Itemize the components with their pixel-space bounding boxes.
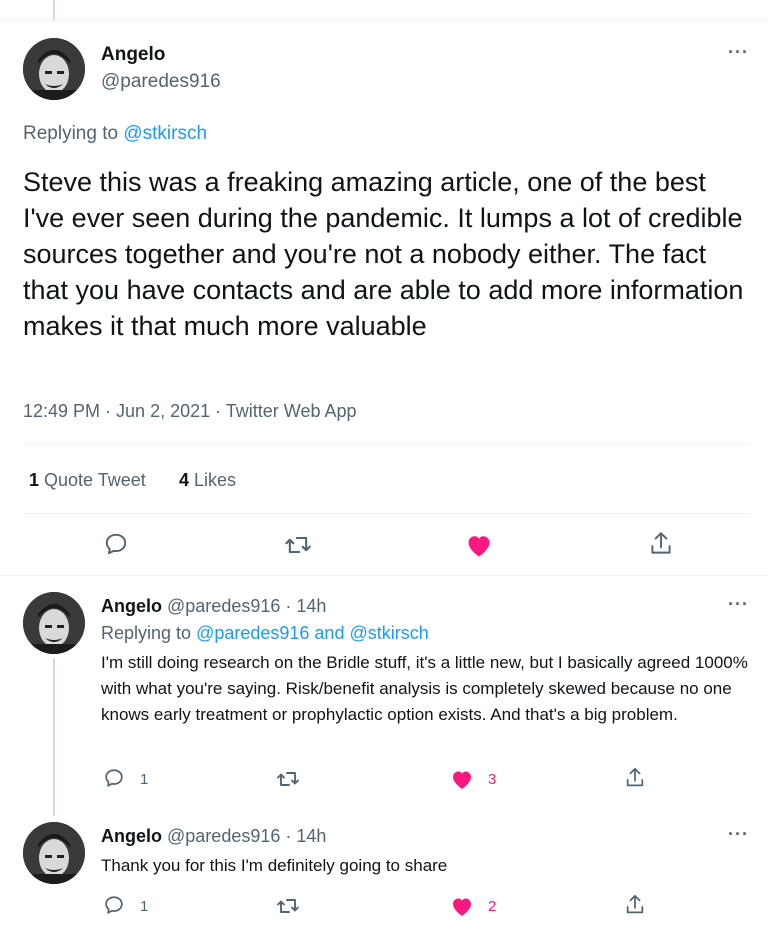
more-options-icon[interactable]: ··· bbox=[728, 42, 749, 63]
replying-to: Replying to @paredes916 and @stkirsch bbox=[101, 623, 429, 644]
reply-icon[interactable] bbox=[103, 894, 125, 916]
reply-text: Thank you for this I'm definitely going … bbox=[101, 856, 448, 875]
avatar[interactable] bbox=[23, 38, 85, 100]
reply-icon[interactable] bbox=[103, 767, 125, 789]
avatar-image bbox=[23, 822, 85, 884]
replying-to: Replying to @stkirsch bbox=[23, 123, 207, 145]
like-count: 3 bbox=[488, 771, 497, 788]
quote-count: 1 bbox=[29, 470, 40, 490]
replying-to-link[interactable]: @stkirsch bbox=[123, 123, 207, 144]
stats-divider-bottom bbox=[23, 513, 751, 514]
tweet-timestamp[interactable]: 12:49 PM · Jun 2, 2021 · Twitter Web App bbox=[23, 401, 357, 422]
reply-header: Angelo @paredes916 · 14h bbox=[101, 826, 326, 847]
author-name[interactable]: Angelo bbox=[101, 44, 165, 66]
top-divider bbox=[0, 20, 768, 21]
share-icon[interactable] bbox=[624, 893, 646, 917]
reply-handle-time[interactable]: @paredes916 · 14h bbox=[167, 826, 326, 846]
thread-connector-top bbox=[53, 0, 55, 20]
likes-stat[interactable]: 4 Likes bbox=[179, 470, 236, 491]
avatar-image bbox=[23, 592, 85, 654]
avatar-image bbox=[23, 38, 85, 100]
like-count: 2 bbox=[488, 898, 497, 915]
share-icon[interactable] bbox=[624, 766, 646, 790]
more-options-icon[interactable]: ··· bbox=[728, 824, 749, 845]
reply-author-name[interactable]: Angelo bbox=[101, 596, 162, 616]
replying-to-label: Replying to bbox=[101, 623, 197, 643]
retweet-icon[interactable] bbox=[276, 895, 300, 917]
more-options-icon[interactable]: ··· bbox=[728, 594, 749, 615]
likes-count: 4 bbox=[179, 470, 190, 490]
reply-count: 1 bbox=[140, 771, 149, 788]
avatar[interactable] bbox=[23, 822, 85, 884]
avatar[interactable] bbox=[23, 592, 85, 654]
quote-label: Quote Tweet bbox=[44, 470, 146, 490]
thread-connector bbox=[53, 658, 55, 816]
retweet-icon[interactable] bbox=[284, 532, 312, 558]
share-icon[interactable] bbox=[648, 530, 674, 558]
reply-handle-time[interactable]: @paredes916 · 14h bbox=[167, 596, 326, 616]
replying-to-link[interactable]: @paredes916 bbox=[196, 623, 309, 643]
replying-to-link[interactable]: @stkirsch bbox=[349, 623, 428, 643]
reply-text: I'm still doing research on the Bridle s… bbox=[101, 653, 748, 724]
heart-icon[interactable] bbox=[450, 768, 474, 790]
likes-label: Likes bbox=[194, 470, 237, 490]
reply-header: Angelo @paredes916 · 14h bbox=[101, 596, 326, 617]
tweet-text: Steve this was a freaking amazing articl… bbox=[23, 167, 744, 341]
reply-author-name[interactable]: Angelo bbox=[101, 826, 162, 846]
reply-icon[interactable] bbox=[103, 531, 129, 557]
section-divider bbox=[0, 575, 768, 576]
reply-count: 1 bbox=[140, 898, 149, 915]
heart-icon[interactable] bbox=[450, 895, 474, 917]
replying-to-label: Replying to bbox=[23, 123, 124, 144]
heart-icon[interactable] bbox=[465, 532, 493, 558]
stats-divider-top bbox=[23, 443, 751, 444]
retweet-icon[interactable] bbox=[276, 768, 300, 790]
replying-to-and: and bbox=[309, 623, 350, 643]
quote-tweets-stat[interactable]: 1 Quote Tweet bbox=[29, 470, 146, 491]
author-handle[interactable]: @paredes916 bbox=[101, 71, 221, 93]
